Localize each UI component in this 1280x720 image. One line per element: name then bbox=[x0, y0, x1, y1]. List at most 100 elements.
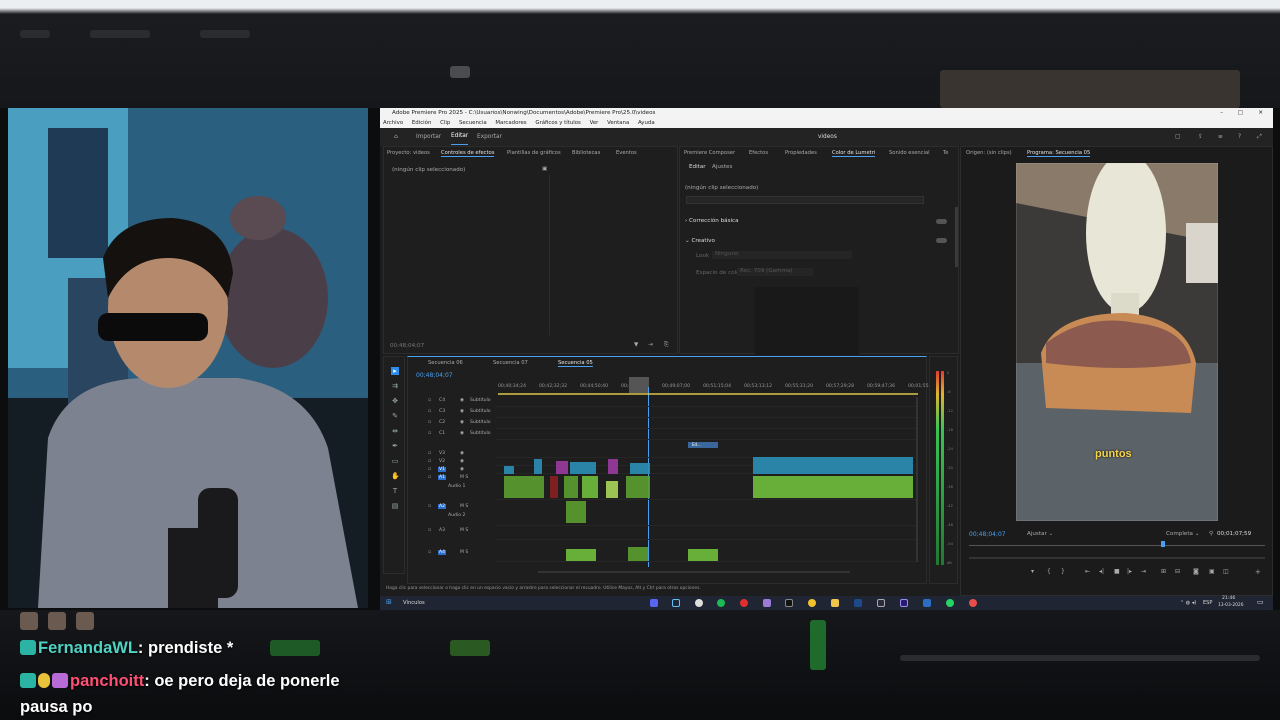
timeline-clip[interactable] bbox=[626, 476, 650, 498]
go-in-icon[interactable]: ⇤ bbox=[1085, 568, 1090, 575]
espacio-select[interactable]: Rec. 709 (Gamma) bbox=[737, 268, 813, 276]
tab-editar[interactable]: Editar bbox=[451, 128, 469, 145]
minimize-icon[interactable]: – bbox=[1220, 108, 1223, 118]
lock-icon[interactable]: ▫ bbox=[428, 550, 431, 555]
type-icon[interactable]: T bbox=[391, 487, 399, 495]
timeline-clip[interactable] bbox=[582, 476, 598, 498]
eye-icon[interactable]: ◉ bbox=[460, 467, 464, 472]
work-area[interactable] bbox=[629, 377, 649, 393]
tab-importar[interactable]: Importar bbox=[416, 128, 441, 146]
timeline-clip[interactable] bbox=[753, 476, 913, 498]
lock-icon[interactable]: ▫ bbox=[428, 504, 431, 509]
razor-icon[interactable]: ✎ bbox=[391, 412, 399, 420]
app-icon[interactable] bbox=[763, 599, 771, 607]
add-button-icon[interactable]: + bbox=[1255, 568, 1261, 576]
record-icon[interactable] bbox=[740, 599, 748, 607]
quality-select[interactable]: Completa ⌄ bbox=[1166, 531, 1199, 537]
panel-toggle-icon[interactable]: ▣ bbox=[542, 166, 547, 172]
safe-margins-icon[interactable]: ▣ bbox=[1209, 568, 1215, 575]
slip-icon[interactable]: ⇹ bbox=[391, 427, 399, 435]
ripple-icon[interactable]: ✥ bbox=[391, 397, 399, 405]
scrollbar[interactable] bbox=[955, 207, 958, 267]
pen-icon[interactable]: ✒ bbox=[391, 442, 399, 450]
eye-icon[interactable]: ◉ bbox=[460, 451, 464, 456]
clock-date[interactable]: 13-03-2026 bbox=[1218, 603, 1244, 608]
tab-secuencia-07[interactable]: Secuencia 07 bbox=[493, 360, 528, 366]
track-header[interactable]: C1 ▫ ◉ Subtítulo bbox=[408, 430, 496, 439]
tab-efectos[interactable]: Efectos bbox=[749, 150, 768, 156]
notifications-icon[interactable]: ▭ bbox=[1257, 598, 1264, 606]
fit-select[interactable]: Ajustar ⌄ bbox=[1027, 531, 1053, 537]
track-id[interactable]: V2 bbox=[438, 459, 446, 464]
chrome-icon[interactable] bbox=[808, 599, 816, 607]
maximize-icon[interactable]: □ bbox=[1238, 108, 1243, 118]
timeline-clip[interactable] bbox=[566, 501, 586, 523]
track-header[interactable]: A1 ▫ M S Audio 1 bbox=[408, 474, 496, 499]
clock-time[interactable]: 21:46 bbox=[1222, 596, 1235, 601]
tab-origen[interactable]: Origen: (sin clips) bbox=[966, 150, 1012, 156]
spotify-icon[interactable] bbox=[717, 599, 725, 607]
tab-lumetri[interactable]: Color de Lumetri bbox=[832, 150, 876, 157]
share-icon[interactable]: ⇪ bbox=[1198, 128, 1203, 146]
filter-icon[interactable]: ▼ bbox=[634, 342, 638, 348]
help-icon[interactable]: ? bbox=[1238, 128, 1241, 146]
menu-clip[interactable]: Clip bbox=[440, 120, 450, 126]
mic-icon[interactable]: M S bbox=[460, 528, 468, 533]
tab-propiedades[interactable]: Propiedades bbox=[785, 150, 817, 156]
menu-lines-icon[interactable]: ≡ bbox=[1218, 128, 1223, 146]
menu-archivo[interactable]: Archivo bbox=[383, 120, 403, 126]
steam-icon[interactable] bbox=[672, 599, 680, 607]
track-header[interactable]: A4 ▫ M S bbox=[408, 549, 496, 561]
premiere-icon[interactable] bbox=[900, 599, 908, 607]
obs-icon[interactable] bbox=[695, 599, 703, 607]
extract-icon[interactable]: ⊟ bbox=[1175, 568, 1180, 575]
lock-icon[interactable]: ▫ bbox=[428, 475, 431, 480]
lock-icon[interactable]: ▫ bbox=[428, 409, 431, 414]
fullscreen-icon[interactable]: ⤢ bbox=[1257, 128, 1262, 146]
track-id[interactable]: A2 bbox=[438, 504, 447, 509]
timeline-vscroll[interactable] bbox=[916, 397, 918, 562]
discord-icon[interactable] bbox=[650, 599, 658, 607]
lock-icon[interactable]: ▫ bbox=[428, 398, 431, 403]
tray-icons[interactable]: ⌃ ◍ ◂) bbox=[1180, 600, 1196, 606]
track-header[interactable]: V1 ▫ ◉ bbox=[408, 466, 496, 473]
track-id[interactable]: C4 bbox=[438, 398, 446, 403]
tab-plantillas[interactable]: Plantillas de gráficos bbox=[507, 150, 561, 156]
track-header[interactable]: V3 ▫ ◉ bbox=[408, 450, 496, 457]
mic-icon[interactable]: M S bbox=[460, 550, 468, 555]
track-header[interactable]: C4 ▫ ◉ Subtítulo bbox=[408, 397, 496, 406]
correccion-toggle[interactable] bbox=[936, 219, 947, 224]
monitor-scroll[interactable] bbox=[969, 557, 1265, 559]
track-header[interactable]: A2 ▫ M S Audio 2 bbox=[408, 503, 496, 525]
tab-sonido[interactable]: Sonido esencial bbox=[889, 150, 930, 156]
calculator-icon[interactable] bbox=[877, 599, 885, 607]
windows-start-icon[interactable]: ⊞ bbox=[386, 598, 392, 606]
track-id[interactable]: V3 bbox=[438, 451, 446, 456]
menu-ventana[interactable]: Ventana bbox=[607, 120, 629, 126]
creativo-toggle[interactable] bbox=[936, 238, 947, 243]
subtab-ajustes[interactable]: Ajustes bbox=[712, 164, 732, 170]
steam-app-icon[interactable] bbox=[923, 599, 931, 607]
tab-programa[interactable]: Programa: Secuencia 05 bbox=[1027, 150, 1091, 157]
eye-icon[interactable]: ◉ bbox=[460, 420, 464, 425]
timeline-clip[interactable] bbox=[628, 547, 648, 561]
menu-ayuda[interactable]: Ayuda bbox=[638, 120, 655, 126]
subtab-editar[interactable]: Editar bbox=[689, 164, 706, 170]
go-out-icon[interactable]: ⇥ bbox=[1141, 568, 1146, 575]
track-id[interactable]: C3 bbox=[438, 409, 446, 414]
timeline-clip[interactable] bbox=[753, 457, 913, 474]
timeline-clip[interactable] bbox=[564, 476, 578, 498]
lumetri-dropdown[interactable] bbox=[686, 196, 924, 204]
explorer-icon[interactable] bbox=[831, 599, 839, 607]
track-id[interactable]: A3 bbox=[438, 528, 446, 533]
marker-icon[interactable]: ▾ bbox=[1031, 568, 1034, 575]
timeline-clip[interactable] bbox=[556, 461, 568, 474]
menu-edicion[interactable]: Edición bbox=[412, 120, 432, 126]
track-id[interactable]: A1 bbox=[438, 475, 447, 480]
camera-icon[interactable]: ◙ bbox=[1193, 568, 1199, 575]
track-id[interactable]: V1 bbox=[438, 467, 447, 472]
timeline-clip[interactable] bbox=[608, 459, 618, 474]
menu-graficos[interactable]: Gráficos y títulos bbox=[535, 120, 581, 126]
lock-icon[interactable]: ▫ bbox=[428, 431, 431, 436]
timeline-clip[interactable] bbox=[550, 476, 558, 498]
